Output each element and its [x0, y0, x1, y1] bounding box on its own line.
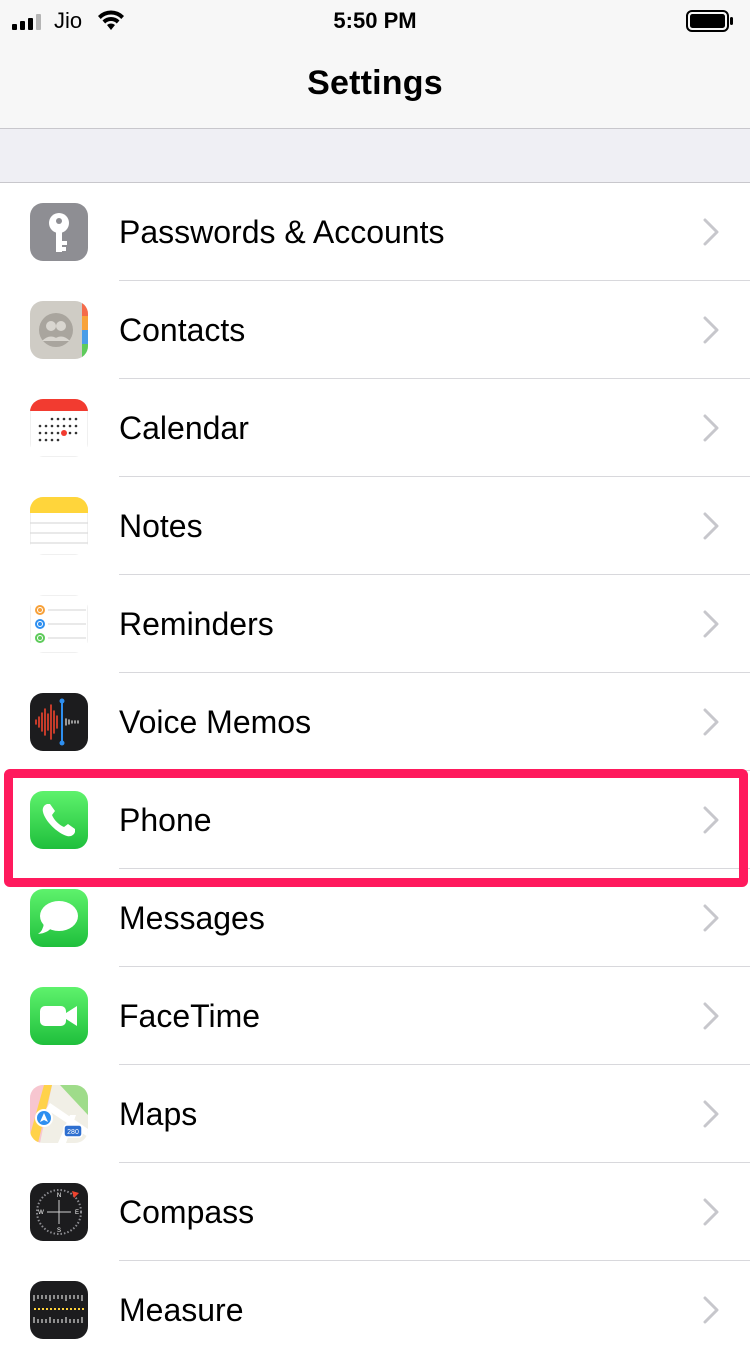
- settings-row-label: Contacts: [119, 312, 246, 348]
- page-title: Settings: [307, 64, 443, 102]
- chevron-right-icon: [703, 708, 719, 736]
- chevron-right-icon: [703, 512, 719, 540]
- chevron-right-icon: [703, 414, 719, 442]
- svg-text:S: S: [57, 1228, 61, 1234]
- voice-memos-icon: [30, 693, 88, 751]
- svg-text:280: 280: [67, 1129, 79, 1136]
- settings-row-contacts[interactable]: Contacts: [0, 281, 750, 379]
- status-bar: Jio 5:50 PM: [0, 0, 750, 40]
- settings-row-label: Passwords & Accounts: [119, 214, 445, 250]
- chevron-right-icon: [703, 1198, 719, 1226]
- chevron-right-icon: [703, 316, 719, 344]
- settings-row-measure[interactable]: Measure: [0, 1261, 750, 1359]
- settings-row-phone[interactable]: Phone: [0, 771, 750, 869]
- settings-row-label: Reminders: [119, 606, 274, 642]
- facetime-icon: [30, 987, 88, 1045]
- calendar-icon: [30, 399, 88, 457]
- settings-row-facetime[interactable]: FaceTime: [0, 967, 750, 1065]
- svg-text:W: W: [38, 1210, 44, 1216]
- battery-icon: [686, 10, 733, 32]
- settings-row-voice-memos[interactable]: Voice Memos: [0, 673, 750, 771]
- reminders-icon: [30, 595, 88, 653]
- messages-icon: [30, 889, 88, 947]
- status-time: 5:50 PM: [333, 8, 417, 33]
- compass-icon: N S W E: [30, 1183, 88, 1241]
- navigation-bar: Settings: [0, 40, 750, 129]
- maps-icon: 280: [30, 1085, 88, 1143]
- settings-row-passwords-accounts[interactable]: Passwords & Accounts: [0, 183, 750, 281]
- settings-row-label: Measure: [119, 1292, 244, 1328]
- settings-row-label: Compass: [119, 1194, 255, 1230]
- chevron-right-icon: [703, 610, 719, 638]
- phone-icon: [30, 791, 88, 849]
- svg-text:E: E: [75, 1210, 79, 1216]
- chevron-right-icon: [703, 1002, 719, 1030]
- settings-row-label: FaceTime: [119, 998, 261, 1034]
- settings-row-label: Messages: [119, 900, 265, 936]
- settings-row-maps[interactable]: 280 Maps: [0, 1065, 750, 1163]
- settings-list: Passwords & Accounts Contacts Calendar N…: [0, 183, 750, 1359]
- settings-row-calendar[interactable]: Calendar: [0, 379, 750, 477]
- settings-row-label: Maps: [119, 1096, 198, 1132]
- notes-icon: [30, 497, 88, 555]
- key-icon: [30, 203, 88, 261]
- settings-row-label: Calendar: [119, 410, 249, 446]
- measure-icon: [30, 1281, 88, 1339]
- chevron-right-icon: [703, 806, 719, 834]
- settings-row-label: Notes: [119, 508, 203, 544]
- chevron-right-icon: [703, 218, 719, 246]
- settings-row-label: Voice Memos: [119, 704, 312, 740]
- chevron-right-icon: [703, 1100, 719, 1128]
- settings-row-messages[interactable]: Messages: [0, 869, 750, 967]
- settings-row-reminders[interactable]: Reminders: [0, 575, 750, 673]
- contacts-icon: [30, 301, 88, 359]
- settings-row-label: Phone: [119, 802, 212, 838]
- chevron-right-icon: [703, 904, 719, 932]
- settings-row-compass[interactable]: N S W E Compass: [0, 1163, 750, 1261]
- section-separator: [0, 129, 750, 183]
- settings-row-notes[interactable]: Notes: [0, 477, 750, 575]
- svg-text:N: N: [57, 1193, 61, 1199]
- chevron-right-icon: [703, 1296, 719, 1324]
